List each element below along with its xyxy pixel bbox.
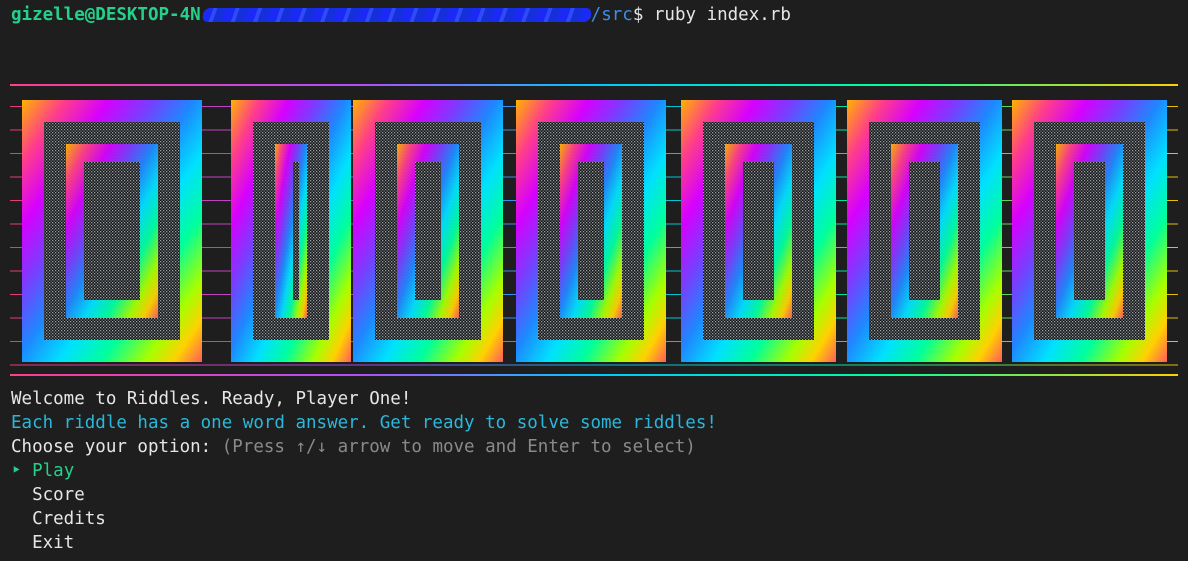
choose-label: Choose your option:	[11, 437, 212, 457]
menu-item-label: Score	[32, 485, 85, 505]
prompt-user-host: gizelle@DESKTOP-4N	[11, 5, 201, 25]
menu-item-exit[interactable]: Exit	[11, 531, 74, 555]
option-prompt: Choose your option: (Press ↑/↓ arrow to …	[11, 435, 696, 459]
navigation-hint: (Press ↑/↓ arrow to move and Enter to se…	[211, 437, 696, 457]
redacted-path	[201, 8, 592, 22]
info-message: Each riddle has a one word answer. Get r…	[11, 413, 717, 433]
menu-item-score[interactable]: Score	[11, 483, 85, 507]
menu-item-credits[interactable]: Credits	[11, 507, 106, 531]
prompt-dollar: $	[632, 5, 644, 25]
selection-pointer-icon: ‣	[11, 461, 22, 481]
welcome-message: Welcome to Riddles. Ready, Player One!	[11, 389, 412, 409]
banner-letter	[353, 100, 503, 362]
banner-letter	[681, 100, 836, 362]
menu-item-label: Play	[32, 461, 75, 481]
riddles-banner	[10, 84, 1178, 376]
banner-letter	[516, 100, 666, 362]
banner-letter	[22, 100, 202, 362]
banner-letter	[1012, 100, 1167, 362]
banner-rule	[10, 84, 1178, 86]
prompt-command: ruby index.rb	[643, 5, 791, 25]
banner-letter	[231, 100, 351, 362]
menu-item-play[interactable]: ‣ Play	[11, 459, 74, 483]
banner-letter	[847, 100, 1002, 362]
menu-item-label: Credits	[32, 509, 106, 529]
banner-scanline	[10, 364, 1178, 366]
prompt-path-tail: /src	[590, 5, 633, 25]
prompt-line: gizelle@DESKTOP-4N/src$ ruby index.rb	[11, 3, 791, 27]
banner-letters	[22, 100, 1167, 362]
menu-item-label: Exit	[32, 533, 75, 553]
banner-rule	[10, 374, 1178, 376]
